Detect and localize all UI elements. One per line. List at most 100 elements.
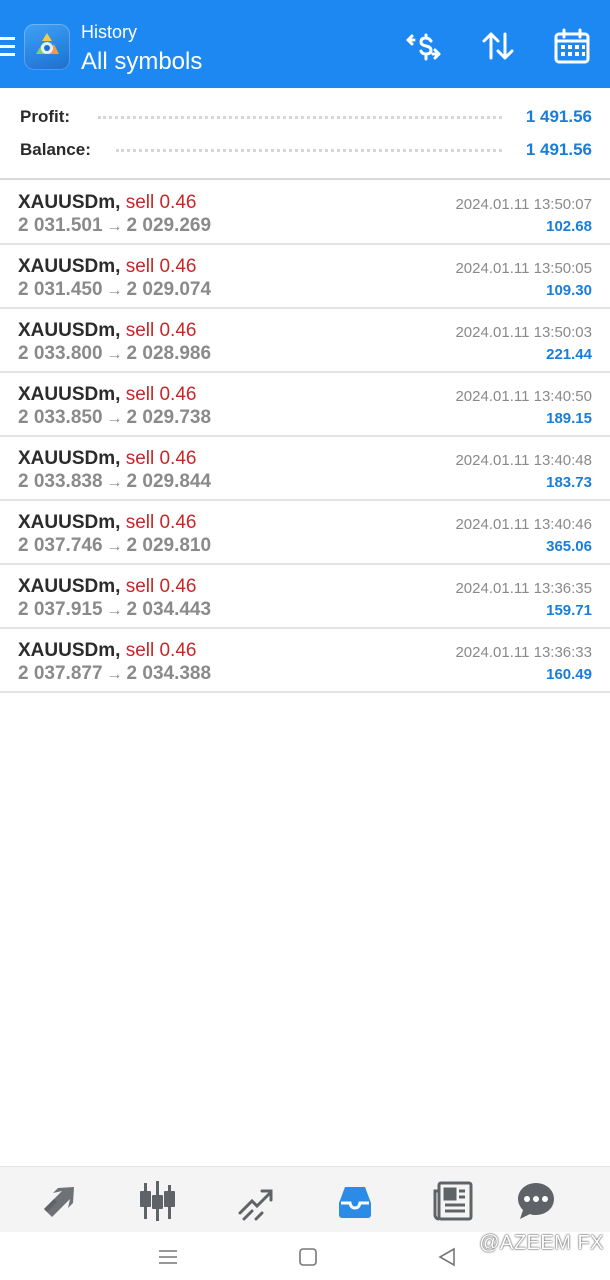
profit-label: Profit: bbox=[20, 107, 79, 127]
deal-separator: , bbox=[115, 448, 121, 469]
arrow-icon: → bbox=[106, 282, 123, 299]
deal-profit: 365.06 bbox=[546, 538, 592, 555]
deal-price-line: 2 033.838 → 2 029.844 bbox=[18, 471, 211, 493]
deal-open-price: 2 033.800 bbox=[18, 343, 103, 364]
arrow-icon: → bbox=[106, 474, 123, 491]
deal-time: 2024.01.11 13:50:03 bbox=[455, 324, 592, 341]
deal-row[interactable]: XAUUSDm, sell 0.46 2 033.800 → 2 028.986 202… bbox=[0, 309, 610, 373]
deal-row[interactable]: XAUUSDm, sell 0.46 2 033.838 → 2 029.844 202… bbox=[0, 437, 610, 501]
deal-price-line: 2 037.877 → 2 034.388 bbox=[18, 663, 211, 685]
deal-row[interactable]: XAUUSDm, sell 0.46 2 037.746 → 2 029.810 202… bbox=[0, 501, 610, 565]
deal-open-price: 2 031.501 bbox=[18, 215, 103, 236]
profit-row: Profit: 1 491.56 bbox=[20, 107, 592, 129]
deal-time: 2024.01.11 13:40:50 bbox=[455, 388, 592, 405]
deals-list: XAUUSDm, sell 0.46 2 031.501 → 2 029.269 202… bbox=[0, 181, 610, 693]
deal-separator: , bbox=[115, 320, 121, 341]
deal-symbol: XAUUSDm bbox=[18, 256, 116, 277]
deal-symbol-line: XAUUSDm, sell 0.46 bbox=[18, 192, 196, 214]
deal-row[interactable]: XAUUSDm, sell 0.46 2 037.915 → 2 034.443 202… bbox=[0, 565, 610, 629]
deal-row[interactable]: XAUUSDm, sell 0.46 2 031.450 → 2 029.074 202… bbox=[0, 245, 610, 309]
threads-icon bbox=[456, 1234, 472, 1250]
deal-symbol-line: XAUUSDm, sell 0.46 bbox=[18, 448, 196, 470]
deal-symbol-line: XAUUSDm, sell 0.46 bbox=[18, 640, 196, 662]
arrow-icon: → bbox=[106, 538, 123, 555]
news-icon[interactable] bbox=[431, 1179, 475, 1223]
deal-symbol: XAUUSDm bbox=[18, 576, 116, 597]
deal-open-price: 2 031.450 bbox=[18, 279, 103, 300]
watermark-label: @AZEEM FX bbox=[479, 1232, 604, 1254]
deal-row[interactable]: XAUUSDm, sell 0.46 2 033.850 → 2 029.738 202… bbox=[0, 373, 610, 437]
deal-separator: , bbox=[115, 192, 121, 213]
arrow-icon: → bbox=[106, 346, 123, 363]
deal-symbol-line: XAUUSDm, sell 0.46 bbox=[18, 512, 196, 534]
deal-price-line: 2 033.800 → 2 028.986 bbox=[18, 343, 211, 365]
deal-row[interactable]: XAUUSDm, sell 0.46 2 031.501 → 2 029.269 202… bbox=[0, 181, 610, 245]
deal-side: sell 0.46 bbox=[125, 576, 197, 597]
deal-separator: , bbox=[115, 640, 121, 661]
header-subtitle: History bbox=[81, 22, 138, 42]
metatrader-logo bbox=[24, 24, 70, 70]
deal-time: 2024.01.11 13:50:07 bbox=[455, 196, 592, 213]
recent-apps-icon[interactable] bbox=[155, 1244, 181, 1270]
deal-open-price: 2 033.838 bbox=[18, 471, 103, 492]
deal-time: 2024.01.11 13:50:05 bbox=[455, 260, 592, 277]
balance-row: Balance: 1 491.56 bbox=[20, 140, 592, 162]
deal-symbol-line: XAUUSDm, sell 0.46 bbox=[18, 384, 196, 406]
deal-symbol: XAUUSDm bbox=[18, 384, 116, 405]
deal-side: sell 0.46 bbox=[125, 512, 197, 533]
deal-price-line: 2 033.850 → 2 029.738 bbox=[18, 407, 211, 429]
deal-close-price: 2 028.986 bbox=[126, 343, 212, 364]
watermark-text: @AZEEM FX bbox=[455, 1232, 604, 1255]
deal-side: sell 0.46 bbox=[125, 640, 197, 661]
deal-side: sell 0.46 bbox=[125, 256, 197, 277]
deal-time: 2024.01.11 13:40:46 bbox=[455, 516, 592, 533]
messages-icon[interactable] bbox=[514, 1179, 558, 1223]
deal-price-line: 2 037.746 → 2 029.810 bbox=[18, 535, 211, 557]
menu-icon[interactable] bbox=[0, 33, 16, 63]
deal-side: sell 0.46 bbox=[125, 192, 197, 213]
deal-symbol: XAUUSDm bbox=[18, 512, 116, 533]
deal-row[interactable]: XAUUSDm, sell 0.46 2 037.877 → 2 034.388 202… bbox=[0, 629, 610, 693]
deal-separator: , bbox=[115, 512, 121, 533]
deal-side: sell 0.46 bbox=[125, 384, 197, 405]
deal-price-line: 2 037.915 → 2 034.443 bbox=[18, 599, 211, 621]
deal-open-price: 2 037.746 bbox=[18, 535, 103, 556]
deal-separator: , bbox=[115, 384, 121, 405]
deal-profit: 183.73 bbox=[546, 474, 592, 491]
chart-icon[interactable] bbox=[136, 1179, 180, 1223]
deal-close-price: 2 029.844 bbox=[126, 471, 212, 492]
deal-symbol-line: XAUUSDm, sell 0.46 bbox=[18, 320, 196, 342]
arrow-icon: → bbox=[106, 602, 123, 619]
deal-symbol: XAUUSDm bbox=[18, 640, 116, 661]
history-icon[interactable] bbox=[333, 1179, 377, 1223]
deal-symbol: XAUUSDm bbox=[18, 320, 116, 341]
app-header: History All symbols bbox=[0, 0, 610, 88]
calendar-icon[interactable] bbox=[552, 26, 592, 66]
bottom-navigation bbox=[0, 1166, 610, 1232]
header-title[interactable]: All symbols bbox=[81, 48, 202, 76]
deal-open-price: 2 037.915 bbox=[18, 599, 103, 620]
arrow-icon: → bbox=[106, 666, 123, 683]
deal-side: sell 0.46 bbox=[125, 448, 197, 469]
deal-profit: 189.15 bbox=[546, 410, 592, 427]
deal-open-price: 2 037.877 bbox=[18, 663, 103, 684]
app-root: History All symbols Profit: 1 491.56 Bal… bbox=[0, 0, 610, 1280]
dotted-leader bbox=[98, 116, 502, 119]
deal-symbol: XAUUSDm bbox=[18, 448, 116, 469]
deal-price-line: 2 031.450 → 2 029.074 bbox=[18, 279, 211, 301]
deal-time: 2024.01.11 13:36:35 bbox=[455, 580, 592, 597]
deal-separator: , bbox=[115, 576, 121, 597]
deal-open-price: 2 033.850 bbox=[18, 407, 103, 428]
deal-symbol: XAUUSDm bbox=[18, 192, 116, 213]
deal-time: 2024.01.11 13:36:33 bbox=[455, 644, 592, 661]
currency-exchange-icon[interactable] bbox=[403, 26, 443, 66]
deal-side: sell 0.46 bbox=[125, 320, 197, 341]
deal-profit: 109.30 bbox=[546, 282, 592, 299]
trade-icon[interactable] bbox=[234, 1179, 278, 1223]
history-summary: Profit: 1 491.56 Balance: 1 491.56 bbox=[0, 88, 610, 180]
home-icon[interactable] bbox=[295, 1244, 321, 1270]
deal-close-price: 2 029.738 bbox=[126, 407, 212, 428]
sort-icon[interactable] bbox=[478, 26, 518, 66]
quotes-icon[interactable] bbox=[38, 1179, 82, 1223]
deal-price-line: 2 031.501 → 2 029.269 bbox=[18, 215, 211, 237]
